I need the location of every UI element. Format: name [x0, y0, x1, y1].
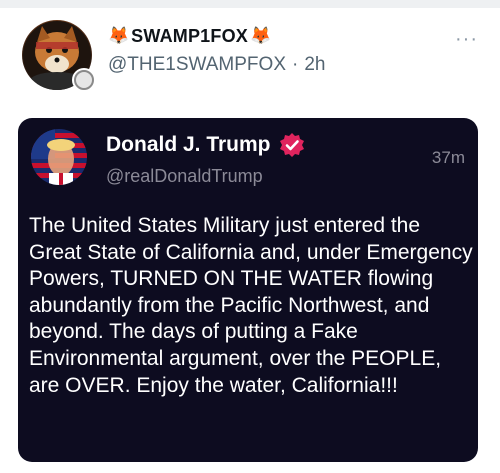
quoted-post-text: The United States Military just entered … [29, 214, 473, 397]
author-name-row[interactable]: 🦊 SWAMP1FOX 🦊 [108, 22, 325, 50]
quoted-post-time[interactable]: 37m [432, 148, 465, 168]
author-meta: @THE1SWAMPFOX · 2h [108, 54, 325, 76]
quoted-post-card[interactable]: Donald J. Trump @realDonaldTrump 37m The… [18, 118, 478, 462]
quoted-author-name-row[interactable]: Donald J. Trump [106, 132, 305, 158]
meta-separator: · [292, 54, 299, 75]
post[interactable]: 🦊 SWAMP1FOX 🦊 @THE1SWAMPFOX · 2h ··· Don… [0, 8, 500, 473]
fox-emoji-right: 🦊 [250, 26, 272, 45]
top-divider [0, 0, 500, 8]
more-icon[interactable]: ··· [455, 28, 478, 51]
quoted-author-avatar[interactable] [31, 129, 87, 185]
verified-badge-icon [279, 132, 305, 158]
quoted-author-handle[interactable]: @realDonaldTrump [106, 166, 263, 187]
quoted-author-display-name[interactable]: Donald J. Trump [106, 133, 271, 157]
post-time[interactable]: 2h [304, 54, 325, 76]
author-avatar[interactable] [22, 20, 96, 92]
author-display-name[interactable]: SWAMP1FOX [131, 26, 248, 47]
fox-emoji-left: 🦊 [108, 26, 130, 45]
badge-icon [72, 68, 96, 92]
author-handle[interactable]: @THE1SWAMPFOX [108, 54, 286, 76]
post-header: 🦊 SWAMP1FOX 🦊 @THE1SWAMPFOX · 2h [108, 22, 325, 76]
